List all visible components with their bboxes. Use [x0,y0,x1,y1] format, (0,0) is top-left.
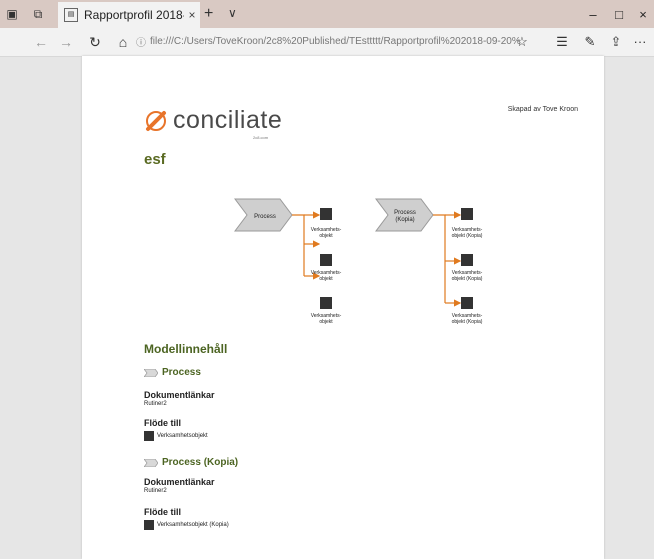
flow-value: Verksamhetsobjekt (Kopia) [157,522,229,528]
doc-links-label: Dokumentlänkar [144,477,215,487]
flow-item: Verksamhetsobjekt [144,431,208,441]
process-label: Process [254,214,276,220]
flow-item: Verksamhetsobjekt (Kopia) [144,520,229,530]
new-tab-button[interactable]: + [204,5,213,23]
pen-notes-icon[interactable]: ✎ [580,32,600,52]
object-kopia-square [461,297,473,309]
object-square [320,297,332,309]
object-kopia-label-line2: objekt (Kopia) [452,276,483,282]
object-square-icon [144,431,154,441]
doc-link-value[interactable]: Rutiner2 [144,488,167,494]
object-kopia-square [461,254,473,266]
tab-close-icon[interactable]: × [184,8,200,22]
object-square [320,208,332,220]
object-kopia-label-line2: objekt (Kopia) [452,319,483,325]
doc-links-label: Dokumentlänkar [144,390,215,400]
process-kopia-label-line1: Process [394,210,416,216]
tab-list-chevron-icon[interactable]: ∨ [228,6,237,20]
process-diagram: Process Verksamhets- objekt Verksamhets-… [234,198,483,325]
favorite-star-icon[interactable]: ☆ [512,32,532,52]
flow-label: Flöde till [144,418,181,428]
favorites-list-icon[interactable]: ☰ [552,32,572,52]
tab-rapportprofil[interactable]: ▤ Rapportprofil 2018-09-: × [58,2,200,28]
forward-arrow-icon[interactable]: → [55,32,77,52]
process-chevron-icon [144,458,158,467]
home-icon[interactable]: ⌂ [112,32,134,52]
doc-link-value[interactable]: Rutiner2 [144,401,167,407]
flow-label: Flöde till [144,507,181,517]
process-chevron-icon [144,368,158,377]
tab-actions-icon[interactable]: ▣ [0,0,24,28]
object-label-line2: objekt [319,319,333,325]
address-bar[interactable]: file:///C:/Users/ToveKroon/2c8%20Publish… [150,34,520,50]
object-label-line2: objekt [319,276,333,282]
refresh-icon[interactable]: ↻ [84,32,106,52]
object-square-icon [144,520,154,530]
back-arrow-icon[interactable]: ← [30,32,52,52]
item-name: Process (Kopia) [162,457,239,468]
process-kopia-label-line2: (Kopia) [395,217,414,223]
object-square [320,254,332,266]
tabs-aside-icon[interactable]: ⧉ [26,0,50,28]
item-header: Process (Kopia) [144,457,238,468]
item-name: Process [162,367,201,378]
object-label-line2: objekt [319,233,333,239]
more-menu-icon[interactable]: ··· [630,32,650,52]
object-kopia-square [461,208,473,220]
object-kopia-label-line2: objekt (Kopia) [452,233,483,239]
share-icon[interactable]: ⇪ [606,32,626,52]
flow-value: Verksamhetsobjekt [157,433,208,439]
close-window-button[interactable]: × [628,0,654,28]
item-header: Process [144,367,201,378]
page-info-icon[interactable]: ⓘ [136,34,146,49]
section-title: Modellinnehåll [144,342,228,356]
browser-toolbar: ← → ↻ ⌂ ⓘ file:///C:/Users/ToveKroon/2c8… [0,28,654,57]
page-favicon-icon: ▤ [64,8,78,22]
report-page: conciliate 2c8.com Skapad av Tove Kroon … [82,56,604,559]
tab-title: Rapportprofil 2018-09-: [84,8,184,22]
